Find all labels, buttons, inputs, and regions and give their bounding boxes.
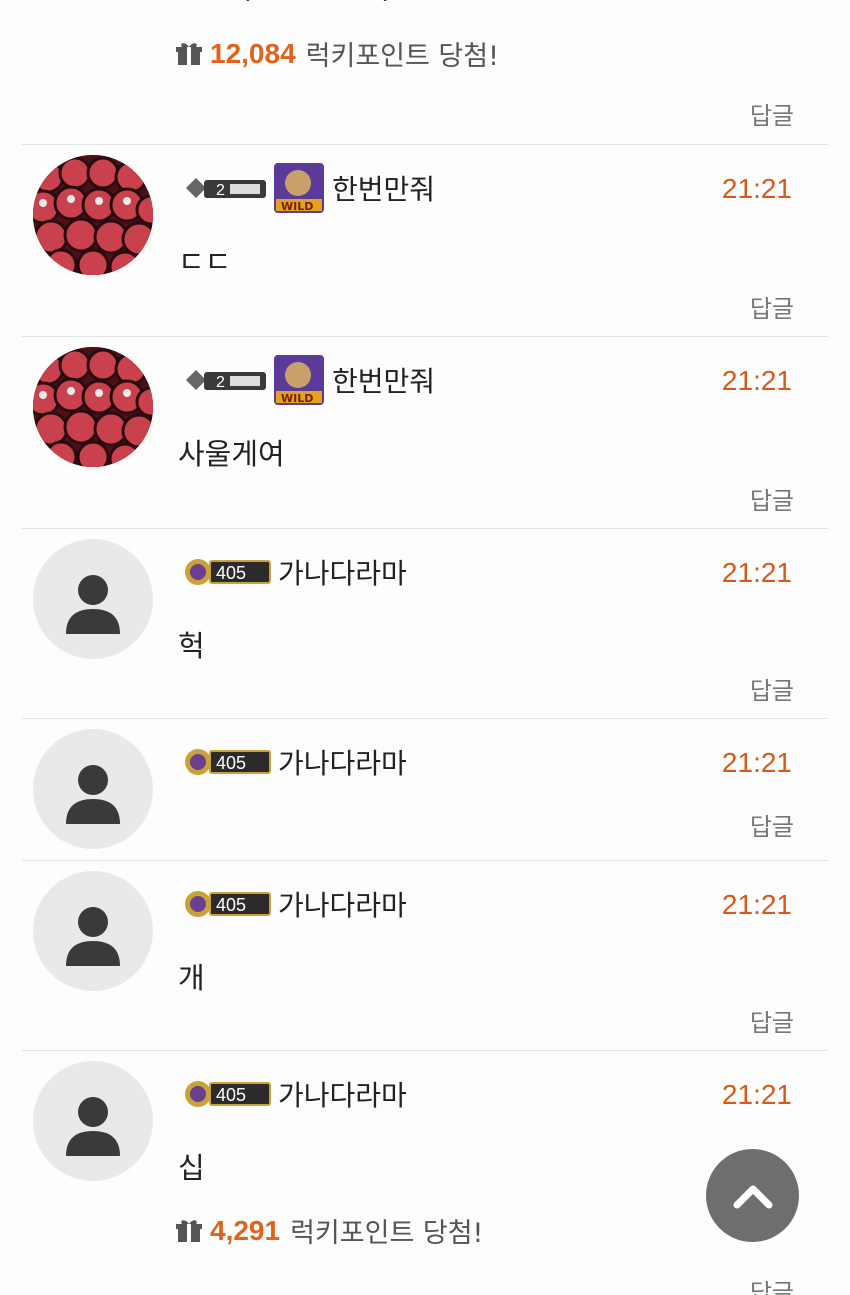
reply-button[interactable]: 답글 (750, 1003, 794, 1038)
username[interactable]: 가나다라마 (278, 552, 407, 592)
comment-time: 21:21 (721, 889, 792, 920)
reply-button[interactable]: 답글 (750, 671, 794, 706)
reply-button[interactable]: 답글 (750, 481, 794, 516)
wild-badge-icon: WILD (274, 355, 324, 405)
level-number: 2 (216, 374, 225, 391)
level-number: 2 (216, 182, 225, 199)
avatar[interactable] (33, 155, 153, 275)
scroll-to-top-button[interactable] (706, 1149, 799, 1242)
comment-item: 2 WILD 한번만줘 21:21 사울게여 답글 (22, 336, 828, 528)
level-badge-icon: 2 (180, 172, 268, 204)
avatar[interactable] (33, 729, 153, 849)
comment-item: 405 가나다라마 21:21 답글 (22, 718, 828, 860)
comment-item: 405 가나다라마 21:21 개 답글 (22, 860, 828, 1050)
comment-time: 21:21 (721, 557, 792, 588)
lucky-points-label: 럭키포인트 당첨! (290, 1218, 484, 1249)
comment-body: 사울게여 (178, 437, 285, 471)
avatar[interactable] (33, 347, 153, 467)
username[interactable]: 한번만줘 (332, 360, 435, 400)
reply-button[interactable]: 답글 (750, 807, 794, 842)
previous-comment-tail: ( ) 12,084 럭키포인트 당첨! 답글 (0, 0, 850, 144)
comment-item: 2 WILD 한번만줘 21:21 ㄷㄷ 답글 (22, 144, 828, 336)
level-badge-icon: 405 (180, 556, 272, 588)
reply-button[interactable]: 답글 (750, 289, 794, 324)
comment-time: 21:21 (721, 747, 792, 778)
username[interactable]: 가나다라마 (278, 884, 407, 924)
cropped-text-fragment: ( ) (240, 0, 453, 5)
level-number: 405 (216, 563, 246, 583)
lucky-points-label: 럭키포인트 당첨! (305, 41, 499, 72)
user-silhouette-icon (66, 907, 120, 966)
username[interactable]: 가나다라마 (278, 1074, 407, 1114)
user-silhouette-icon (66, 765, 120, 824)
lucky-point-banner: 12,084 럭키포인트 당첨! (176, 34, 499, 73)
comment-header: 2 WILD 한번만줘 (180, 355, 435, 405)
level-badge-icon: 2 (180, 364, 268, 396)
comment-time: 21:21 (721, 1079, 792, 1110)
comment-time: 21:21 (721, 173, 792, 204)
level-badge-icon: 405 (180, 1078, 272, 1110)
comment-header: 405 가나다라마 (180, 879, 407, 929)
level-badge-icon: 405 (180, 888, 272, 920)
comment-time: 21:21 (721, 365, 792, 396)
reply-button[interactable]: 답글 (750, 1273, 794, 1295)
username[interactable]: 한번만줘 (332, 168, 435, 208)
comment-body: 십 (178, 1151, 205, 1185)
user-silhouette-icon (66, 575, 120, 634)
lucky-point-banner: 4,291 럭키포인트 당첨! (176, 1211, 483, 1250)
comment-item: 405 가나다라마 21:21 십 4,291 럭키포인트 당첨! 답글 (22, 1050, 828, 1295)
lucky-points-value: 4,291 (210, 1214, 281, 1246)
comment-header: 405 가나다라마 (180, 547, 407, 597)
user-silhouette-icon (66, 1097, 120, 1156)
avatar[interactable] (33, 539, 153, 659)
avatar[interactable] (33, 1061, 153, 1181)
comment-body: ㄷㄷ (178, 245, 232, 279)
username[interactable]: 가나다라마 (278, 742, 407, 782)
svg-text:WILD: WILD (281, 200, 313, 213)
comment-header: 405 가나다라마 (180, 1069, 407, 1119)
comment-header: 2 WILD 한번만줘 (180, 163, 435, 213)
gift-icon (176, 42, 202, 66)
svg-text:WILD: WILD (281, 392, 313, 405)
level-number: 405 (216, 1085, 246, 1105)
chevron-up-icon (733, 1185, 772, 1208)
comment-body: 헉 (178, 629, 205, 663)
reply-button[interactable]: 답글 (750, 96, 794, 131)
wild-badge-icon: WILD (274, 163, 324, 213)
level-number: 405 (216, 895, 246, 915)
comment-body: 개 (178, 961, 205, 995)
comment-header: 405 가나다라마 (180, 737, 407, 787)
avatar[interactable] (33, 871, 153, 991)
level-badge-icon: 405 (180, 746, 272, 778)
lucky-points-value: 12,084 (210, 37, 296, 69)
level-number: 405 (216, 753, 246, 773)
gift-icon (176, 1219, 202, 1243)
comment-item: 405 가나다라마 21:21 헉 답글 (22, 528, 828, 718)
